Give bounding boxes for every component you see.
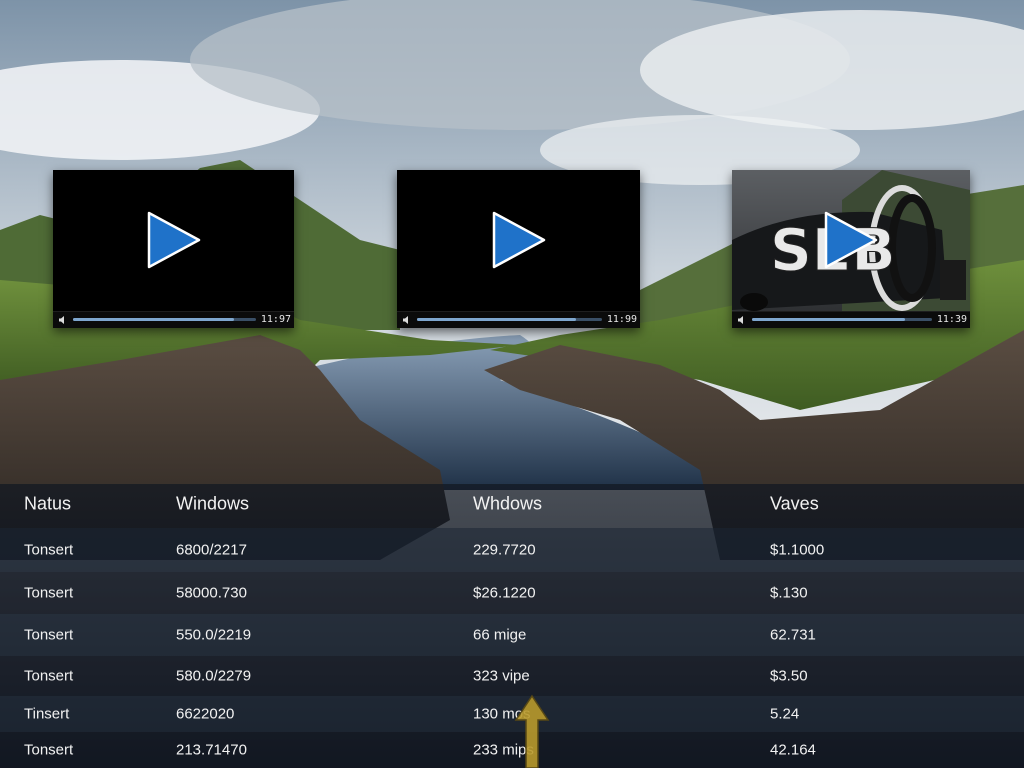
column-header[interactable]: Vaves [770,494,819,515]
table-cell: Tinsert [24,705,70,723]
play-icon[interactable] [145,209,203,271]
video-controls: 11:39 [732,311,970,328]
table-cell: 580.0/2279 [176,667,252,685]
progress-fill [73,318,235,321]
table-row[interactable]: Tonsert 6800/2217 229.7720 $1.1000 [0,528,1024,572]
progress-bar[interactable] [417,318,602,321]
table-cell: 229.7720 [473,541,536,559]
video-player-1[interactable]: 11:97 [53,170,294,328]
video-time: 11:97 [260,314,291,325]
table-row[interactable]: Tinsert 6622020 130 mos 5.24 [0,696,1024,732]
play-icon[interactable] [822,209,880,271]
column-header[interactable]: Natus [24,494,71,515]
table-cell: 42.164 [770,741,816,759]
volume-icon[interactable] [402,315,412,325]
volume-icon[interactable] [58,315,68,325]
column-header[interactable]: Whdows [473,494,542,515]
table-cell: 550.0/2219 [176,626,252,644]
table-cell: 58000.730 [176,584,247,602]
table-cell: Tonsert [24,667,74,685]
table-cell: 5.24 [770,705,800,723]
table-cell: Tonsert [24,626,74,644]
table-cell: 6622020 [176,705,235,723]
play-icon[interactable] [490,209,548,271]
table-cell: 323 vipe [473,667,530,685]
video-time: 11:39 [936,314,967,325]
video-player-3[interactable]: SEB 11:39 [732,170,970,328]
column-header[interactable]: Windows [176,494,249,515]
progress-bar[interactable] [73,318,256,321]
table-cell: Tonsert [24,741,74,759]
table-cell: $1.1000 [770,541,825,559]
table-row[interactable]: Tonsert 58000.730 $26.1220 $.130 [0,572,1024,614]
video-time: 11:99 [606,314,637,325]
video-player-2[interactable]: 11:99 [397,170,640,328]
cursor-arrow-icon [514,694,550,768]
volume-icon[interactable] [737,315,747,325]
table-cell: $3.50 [770,667,808,685]
progress-fill [417,318,577,321]
table-cell: $26.1220 [473,584,536,602]
table-header-row: Natus Windows Whdows Vaves [0,484,1024,524]
table-cell: $.130 [770,584,808,602]
progress-fill [752,318,905,321]
table-cell: Tonsert [24,584,74,602]
progress-bar[interactable] [752,318,932,321]
data-table: Natus Windows Whdows Vaves Tonsert 6800/… [0,484,1024,768]
table-row[interactable]: Tonsert 213.71470 233 mips 42.164 [0,732,1024,768]
video-controls: 11:97 [53,311,294,328]
table-cell: 213.71470 [176,741,247,759]
table-cell: 62.731 [770,626,816,644]
table-cell: Tonsert [24,541,74,559]
table-cell: 66 mige [473,626,527,644]
table-row[interactable]: Tonsert 580.0/2279 323 vipe $3.50 [0,656,1024,696]
table-cell: 6800/2217 [176,541,247,559]
video-controls: 11:99 [397,311,640,328]
table-row[interactable]: Tonsert 550.0/2219 66 mige 62.731 [0,614,1024,656]
